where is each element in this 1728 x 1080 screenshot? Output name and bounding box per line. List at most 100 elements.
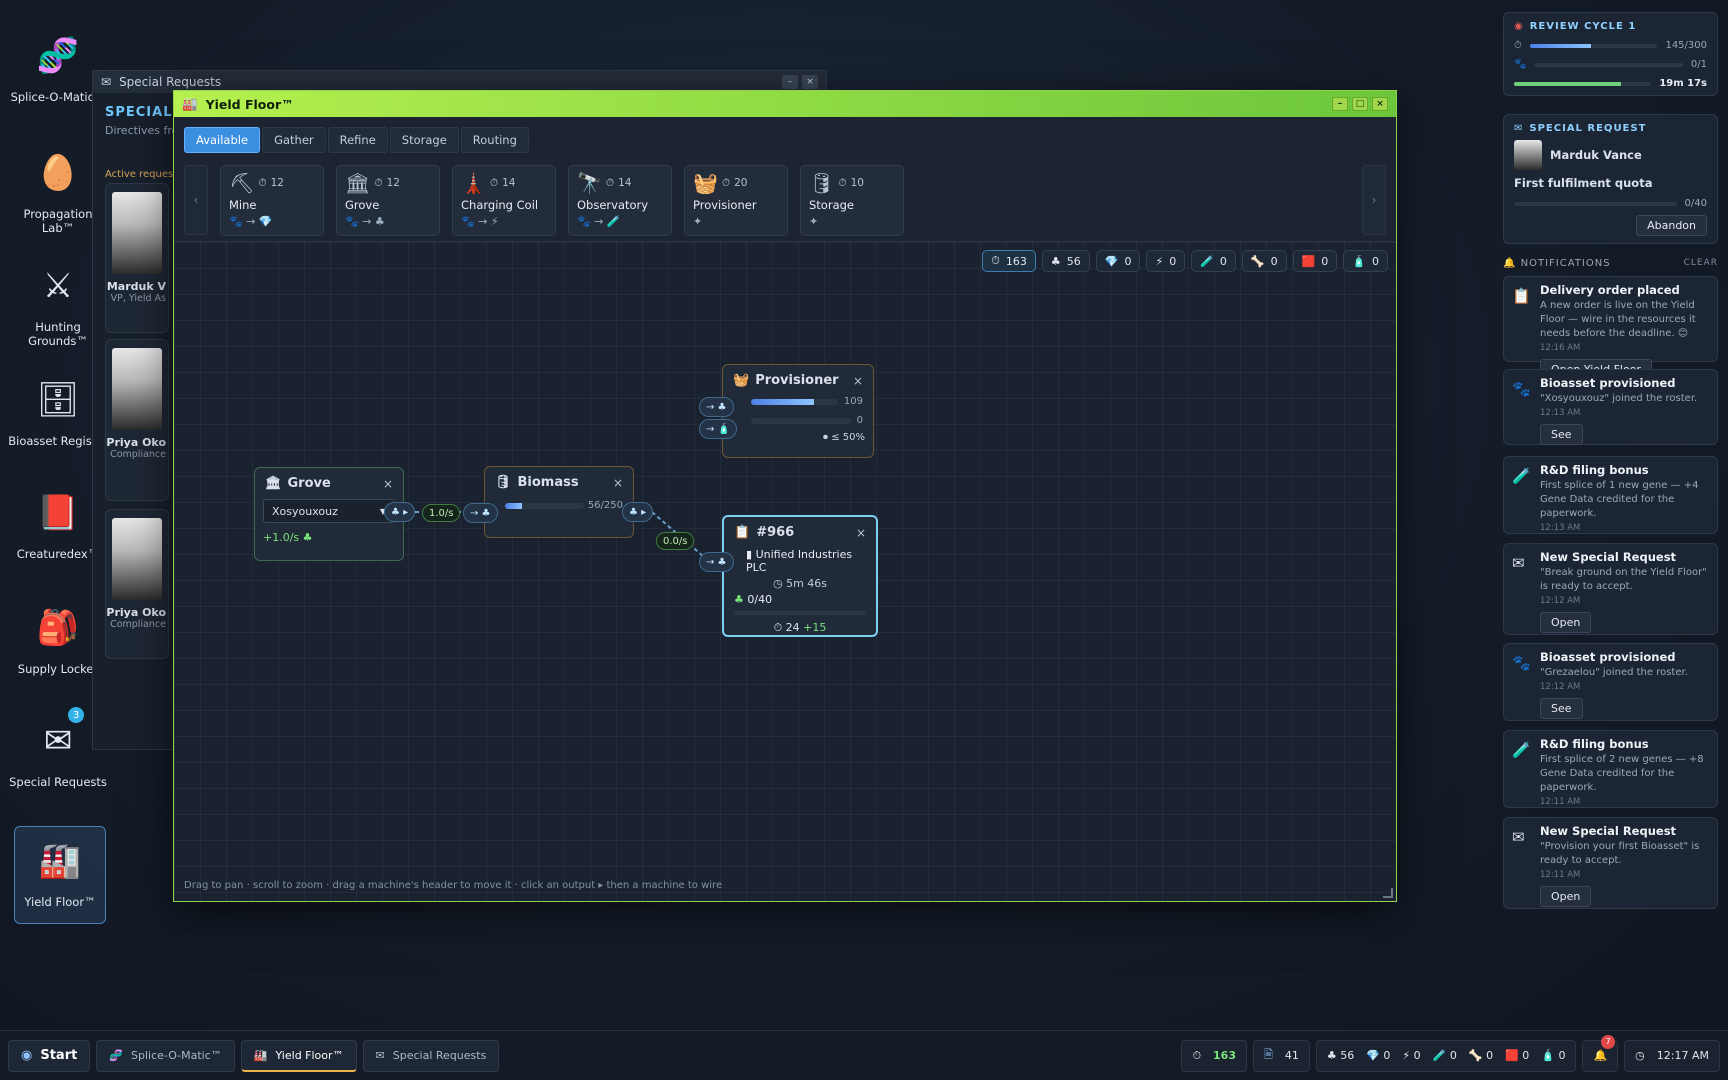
abandon-button[interactable]: Abandon	[1636, 215, 1707, 236]
notification-action-button[interactable]: Open	[1540, 612, 1592, 633]
request-card[interactable]: Priya Oko Compliance	[105, 509, 169, 659]
flow-rate-label: 0.0/s	[656, 532, 695, 550]
biomass-fill-bar	[505, 502, 584, 509]
order-reward: ⏱ 24 +15	[724, 621, 876, 635]
close-icon[interactable]: ×	[856, 526, 866, 540]
resource-value: 0	[1558, 1049, 1566, 1062]
tab-routing[interactable]: Routing	[460, 127, 529, 153]
taskbar-window-label: Special Requests	[392, 1049, 487, 1062]
close-button[interactable]: ×	[1372, 97, 1388, 111]
resource-counter: 🟥 0	[1292, 250, 1338, 272]
machine-card-header: 🛢 ⏱ 10	[809, 170, 895, 196]
resource-counter: 🧪 0	[1191, 250, 1236, 272]
notification-card[interactable]: ✉ New Special Request "Break ground on the…	[1503, 543, 1718, 635]
yield-floor-titlebar[interactable]: 🏭 Yield Floor™ – □ ×	[174, 91, 1396, 117]
taskbar-window-yield-floor[interactable]: 🏭 Yield Floor™	[240, 1039, 357, 1072]
tab-available[interactable]: Available	[184, 127, 261, 153]
node-header[interactable]: 🛢 Biomass ×	[485, 467, 633, 498]
close-button[interactable]: ×	[802, 75, 818, 89]
request-card[interactable]: Priya Oko Compliance	[105, 339, 169, 501]
review-progress-value: 0/1	[1690, 59, 1707, 70]
tab-gather[interactable]: Gather	[262, 127, 326, 153]
provisioner-bar	[751, 398, 838, 405]
notification-action-button[interactable]: See	[1540, 698, 1583, 719]
biomass-input-port[interactable]: → ♣	[463, 503, 498, 523]
taskbar-window-label: Yield Floor™	[275, 1048, 344, 1062]
grove-output-port[interactable]: ♣ ▸	[384, 502, 416, 522]
app-icon: 🎒	[36, 608, 80, 648]
machine-io: ✦	[693, 215, 703, 228]
machine-card-mine[interactable]: ⛏ ⏱ 12 Mine 🐾 → 💎	[220, 165, 324, 236]
machine-card-grove[interactable]: 🏛 ⏱ 12 Grove 🐾 → ♣	[336, 165, 440, 236]
start-label: Start	[40, 1048, 78, 1063]
biomass-node[interactable]: 🛢 Biomass × 56/250	[484, 466, 634, 538]
provisioner-node[interactable]: 🧺 Provisioner × 109 0 ⏺ ≤ 50%	[722, 364, 874, 458]
notification-content: Delivery order placed A new order is live…	[1540, 283, 1709, 380]
yield-canvas[interactable]: ⏱ 163 ♣ 56 💎 0 ⚡ 0 🧪 0 🦴 0 🟥 0 🧴 0 🏛 Grove × Xosyouxouz ▼ …	[174, 241, 1396, 901]
special-request-card[interactable]: ✉ SPECIAL REQUEST Marduk Vance First fulf…	[1503, 114, 1718, 244]
machine-name: Charging Coil	[461, 198, 539, 212]
tray-resource: 🧪 0	[1433, 1049, 1457, 1062]
notification-action-button[interactable]: See	[1540, 424, 1583, 445]
close-icon[interactable]: ×	[383, 477, 393, 491]
minimize-button[interactable]: –	[1332, 97, 1348, 111]
notification-bell[interactable]: 🔔 7	[1582, 1034, 1619, 1072]
yield-floor-window[interactable]: 🏭 Yield Floor™ – □ × Available Gather Refi…	[173, 90, 1397, 902]
avatar	[1514, 140, 1542, 170]
close-icon[interactable]: ×	[613, 476, 623, 490]
minimize-button[interactable]: –	[782, 75, 798, 89]
tray-resources[interactable]: ♣ 56 💎 0 ⚡ 0 🧪 0 🦴 0 🟥 0 🧴 0	[1315, 1039, 1577, 1072]
tray-stopwatch[interactable]: ⏱ 163	[1181, 1039, 1247, 1072]
tray-docs[interactable]: 🗎 41	[1253, 1039, 1310, 1072]
notification-time: 12:12 AM	[1540, 682, 1581, 692]
tray-clock[interactable]: ◷ 12:17 AM	[1624, 1039, 1720, 1072]
shelf-next-button[interactable]: ›	[1362, 165, 1386, 235]
resize-handle[interactable]	[1383, 888, 1393, 898]
node-header[interactable]: 🏛 Grove ×	[255, 468, 403, 499]
machine-card-charging-coil[interactable]: 🗼 ⏱ 14 Charging Coil 🐾 → ⚡	[452, 165, 556, 236]
resource-value: 56	[1340, 1049, 1355, 1062]
provisioner-input-port[interactable]: → 🧴	[699, 419, 738, 439]
clear-notifications-button[interactable]: CLEAR	[1684, 258, 1718, 269]
notification-icon: ✉	[1512, 554, 1525, 572]
resource-icon: ♣	[1326, 1049, 1341, 1062]
notification-title: Delivery order placed	[1540, 283, 1680, 297]
node-header[interactable]: 🧺 Provisioner ×	[723, 365, 873, 396]
notification-title: Bioasset provisioned	[1540, 376, 1676, 390]
tab-storage[interactable]: Storage	[389, 127, 459, 153]
request-card[interactable]: Marduk V VP, Yield As	[105, 183, 169, 333]
notification-action-button[interactable]: Open	[1540, 886, 1592, 907]
shelf-prev-button[interactable]: ‹	[184, 165, 208, 235]
notification-card[interactable]: 🧪 R&D filing bonus First splice of 1 new g…	[1503, 456, 1718, 534]
avatar	[112, 518, 162, 600]
notification-content: Bioasset provisioned "Grezaelou" joined t…	[1540, 650, 1709, 719]
start-button[interactable]: ◉ Start	[8, 1039, 91, 1072]
review-progress-bar	[1534, 62, 1683, 67]
taskbar-window-special-requests[interactable]: ✉ Special Requests	[362, 1039, 500, 1072]
tab-refine[interactable]: Refine	[327, 127, 388, 153]
machine-card-observatory[interactable]: 🔭 ⏱ 14 Observatory 🐾 → 🧪	[568, 165, 672, 236]
notification-card[interactable]: 🐾 Bioasset provisioned "Xosyouxouz" joined…	[1503, 369, 1718, 445]
notification-content: Bioasset provisioned "Xosyouxouz" joined …	[1540, 376, 1709, 445]
delivery-order-node[interactable]: 📋 #966 × ▮ Unified Industries PLC ◷ 5m 46s…	[722, 515, 878, 637]
provisioner-threshold[interactable]: ⏺ ≤ 50%	[723, 426, 873, 443]
notification-card[interactable]: 🧪 R&D filing bonus First splice of 2 new g…	[1503, 730, 1718, 808]
provisioner-input-port[interactable]: → ♣	[699, 397, 734, 417]
notification-card[interactable]: ✉ New Special Request "Provision your firs…	[1503, 817, 1718, 909]
machine-card-provisioner[interactable]: 🧺 ⏱ 20 Provisioner ✦	[684, 165, 788, 236]
node-header[interactable]: 📋 #966 ×	[724, 517, 876, 548]
notification-card[interactable]: 🐾 Bioasset provisioned "Grezaelou" joined …	[1503, 643, 1718, 721]
app-icon: 🏭	[38, 841, 82, 881]
maximize-button[interactable]: □	[1352, 97, 1368, 111]
grove-node[interactable]: 🏛 Grove × Xosyouxouz ▼ +1.0/s ♣	[254, 467, 404, 561]
notification-title: R&D filing bonus	[1540, 463, 1649, 477]
notification-card[interactable]: 📋 Delivery order placed A new order is liv…	[1503, 276, 1718, 380]
resource-counter: ⏱ 163	[982, 250, 1036, 272]
desktop-icon-yield-floor[interactable]: 🏭 Yield Floor™	[14, 826, 106, 924]
bioasset-select[interactable]: Xosyouxouz ▼	[263, 499, 395, 523]
close-icon[interactable]: ×	[853, 374, 863, 388]
order-input-port[interactable]: → ♣	[699, 552, 734, 572]
biomass-output-port[interactable]: ♣ ▸	[622, 502, 654, 522]
machine-card-storage[interactable]: 🛢 ⏱ 10 Storage ✦	[800, 165, 904, 236]
taskbar-window-splice-o-matic[interactable]: 🧬 Splice-O-Matic™	[96, 1039, 235, 1072]
